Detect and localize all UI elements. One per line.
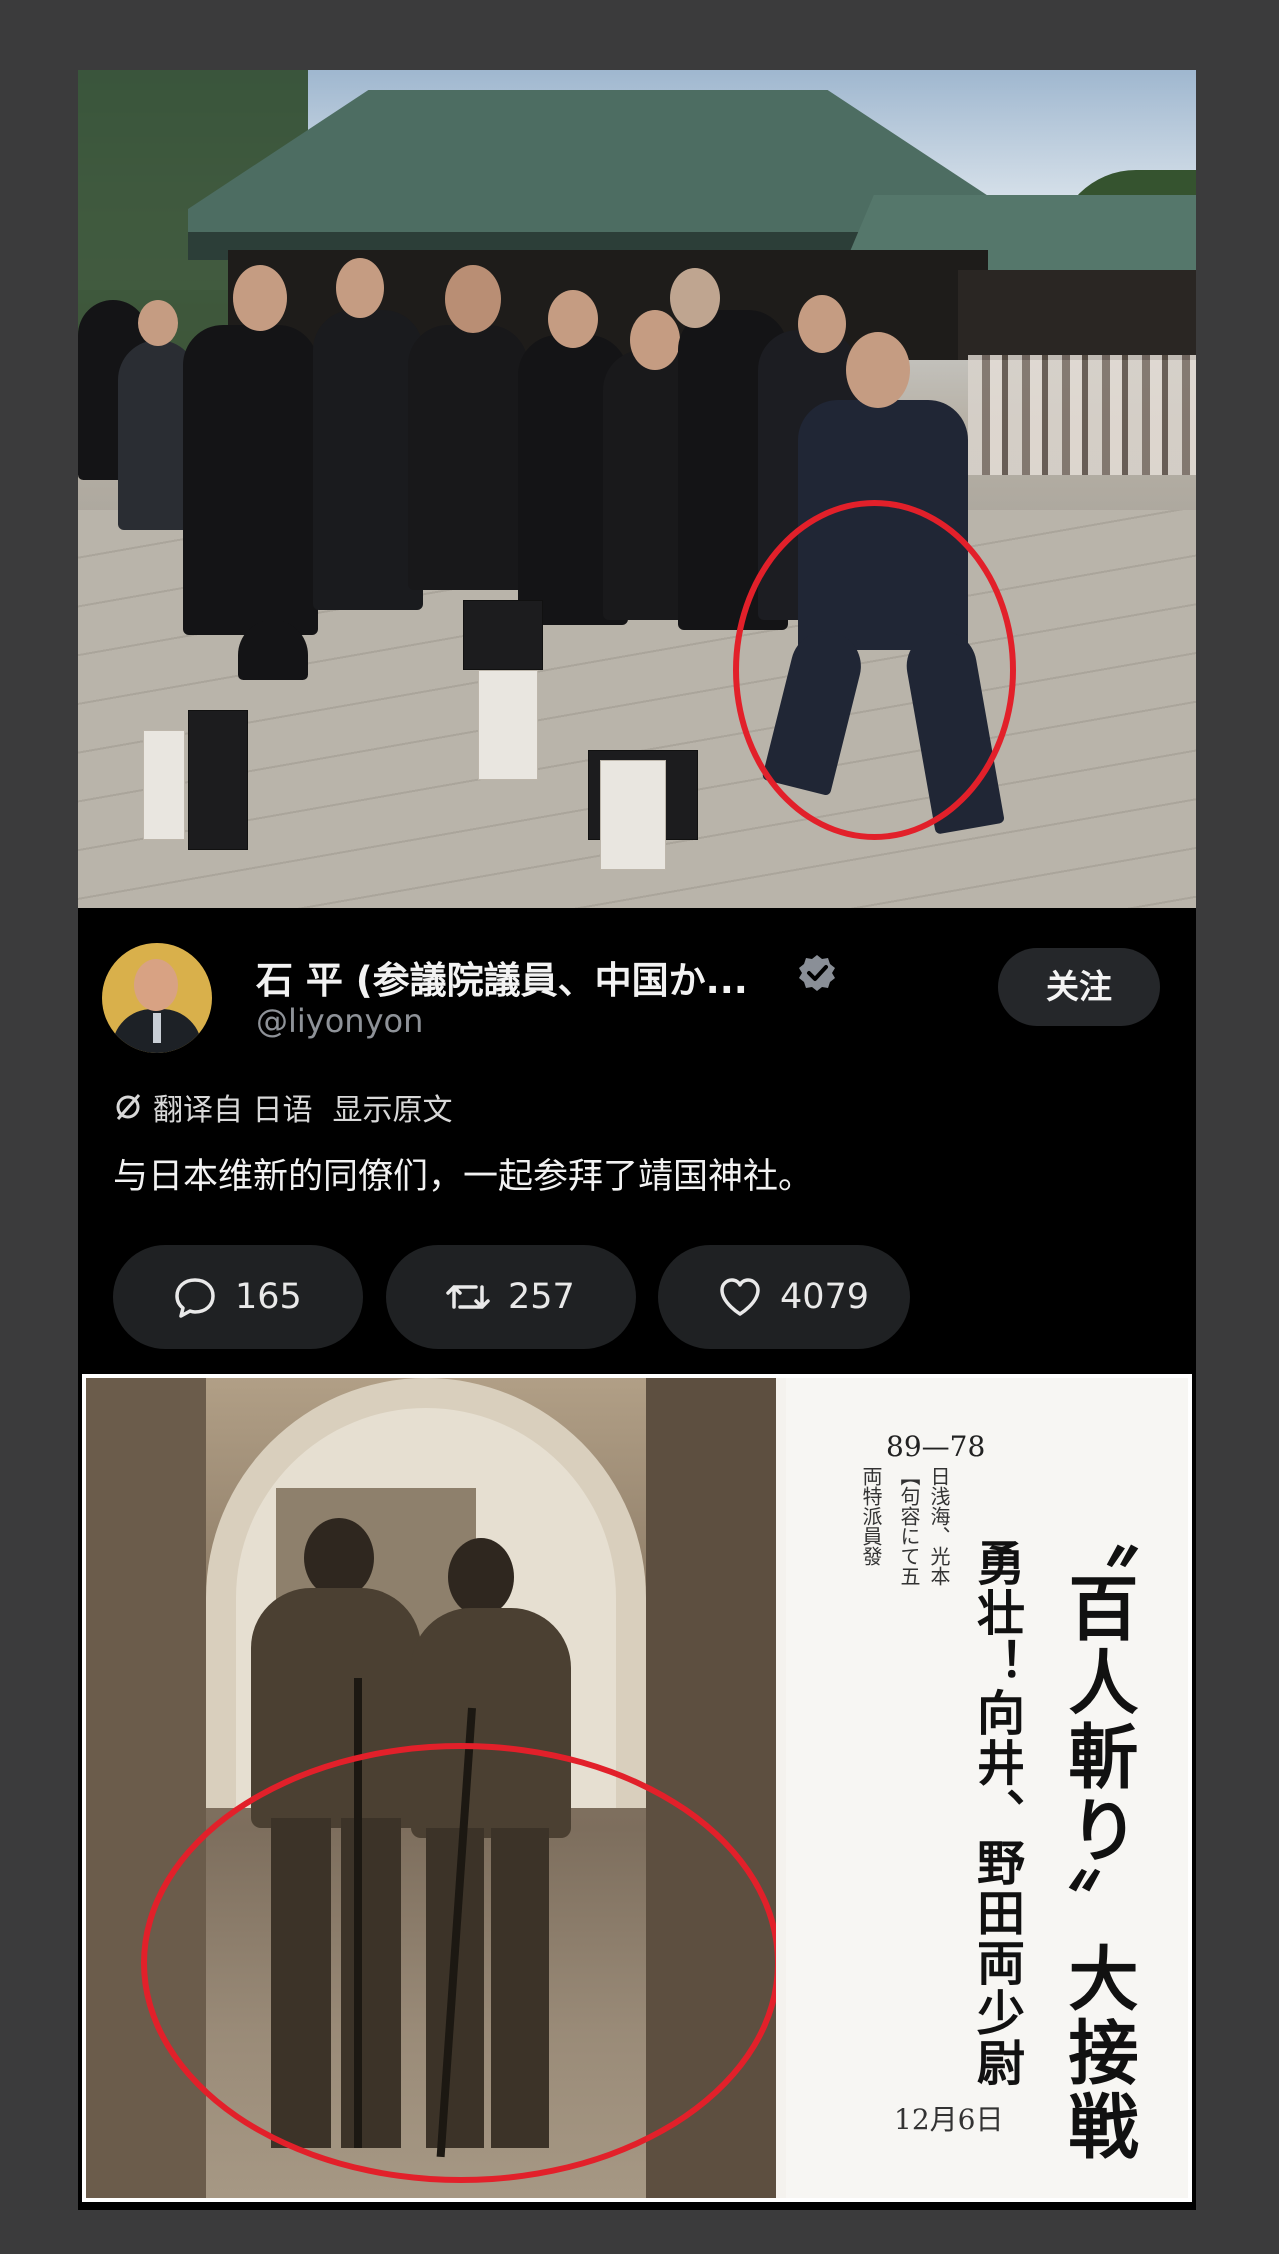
bystander-head xyxy=(138,300,178,346)
highlight-circle xyxy=(141,1743,776,2183)
repost-count: 257 xyxy=(508,1277,575,1317)
news-column: 日浅海、光本 xyxy=(927,1466,951,1586)
news-score: 89—78 xyxy=(886,1430,986,1463)
paper-bag xyxy=(600,760,666,870)
person-head xyxy=(336,258,384,318)
person-head xyxy=(233,265,287,331)
shrine-group-photo[interactable] xyxy=(78,70,1196,908)
black-bag xyxy=(463,600,543,670)
author-handle[interactable]: @liyonyon xyxy=(256,1002,423,1040)
newspaper-clipping: 89—78 〝百人斬り〞大接戦 勇壮！向井、野田両少尉 両特派員發 【句容にて五… xyxy=(786,1378,1188,2198)
author-name[interactable]: 石 平 (参議院議員、中国か... xyxy=(256,950,748,1004)
reply-icon xyxy=(175,1278,215,1318)
person-head xyxy=(445,265,501,333)
black-bag xyxy=(188,710,248,850)
news-subheadline: 勇壮！向井、野田両少尉 xyxy=(968,1538,1024,2088)
news-headline: 〝百人斬り〞大接戦 xyxy=(1057,1498,1140,2164)
crowd xyxy=(968,355,1196,475)
soldier-head xyxy=(448,1538,514,1616)
follow-button[interactable]: 关注 xyxy=(998,948,1160,1026)
person xyxy=(313,310,423,610)
person xyxy=(183,325,318,635)
person-head xyxy=(798,295,846,353)
post-card: 石 平 (参議院議員、中国か... @liyonyon 关注 翻译自 日语 显示… xyxy=(78,70,1196,2210)
highlighted-person-head xyxy=(846,332,910,408)
post-text: 与日本维新的同僚们，一起参拜了靖国神社。 xyxy=(113,1157,814,1197)
historical-photo xyxy=(86,1378,776,2198)
repost-icon xyxy=(446,1285,490,1309)
translate-icon xyxy=(116,1094,141,1120)
highlight-circle xyxy=(733,500,1016,840)
soldier-head xyxy=(304,1518,374,1598)
show-original-link[interactable]: 显示原文 xyxy=(333,1085,453,1129)
paper-bag xyxy=(143,730,185,840)
paper-bag xyxy=(478,670,538,780)
reply-count: 165 xyxy=(235,1277,302,1317)
like-count: 4079 xyxy=(780,1277,870,1317)
person-head xyxy=(630,310,680,370)
translation-bar: 翻译自 日语 显示原文 xyxy=(113,1085,453,1129)
verified-badge-icon xyxy=(799,955,835,991)
translated-from-label: 翻译自 日语 xyxy=(153,1093,313,1128)
person xyxy=(408,325,528,590)
avatar[interactable] xyxy=(102,943,212,1053)
person-head xyxy=(670,268,720,328)
news-date: 12月6日 xyxy=(894,2103,1004,2136)
shrine-side-hall xyxy=(958,270,1196,360)
like-button[interactable]: 4079 xyxy=(658,1245,910,1349)
person-head xyxy=(548,290,598,348)
reply-button[interactable]: 165 xyxy=(113,1245,363,1349)
repost-button[interactable]: 257 xyxy=(386,1245,636,1349)
heart-icon xyxy=(720,1278,760,1316)
news-column: 両特派員發 xyxy=(859,1466,883,1566)
news-column: 【句容にて五 xyxy=(897,1466,921,1586)
historical-comparison-image[interactable]: 89—78 〝百人斬り〞大接戦 勇壮！向井、野田両少尉 両特派員發 【句容にて五… xyxy=(82,1374,1192,2202)
